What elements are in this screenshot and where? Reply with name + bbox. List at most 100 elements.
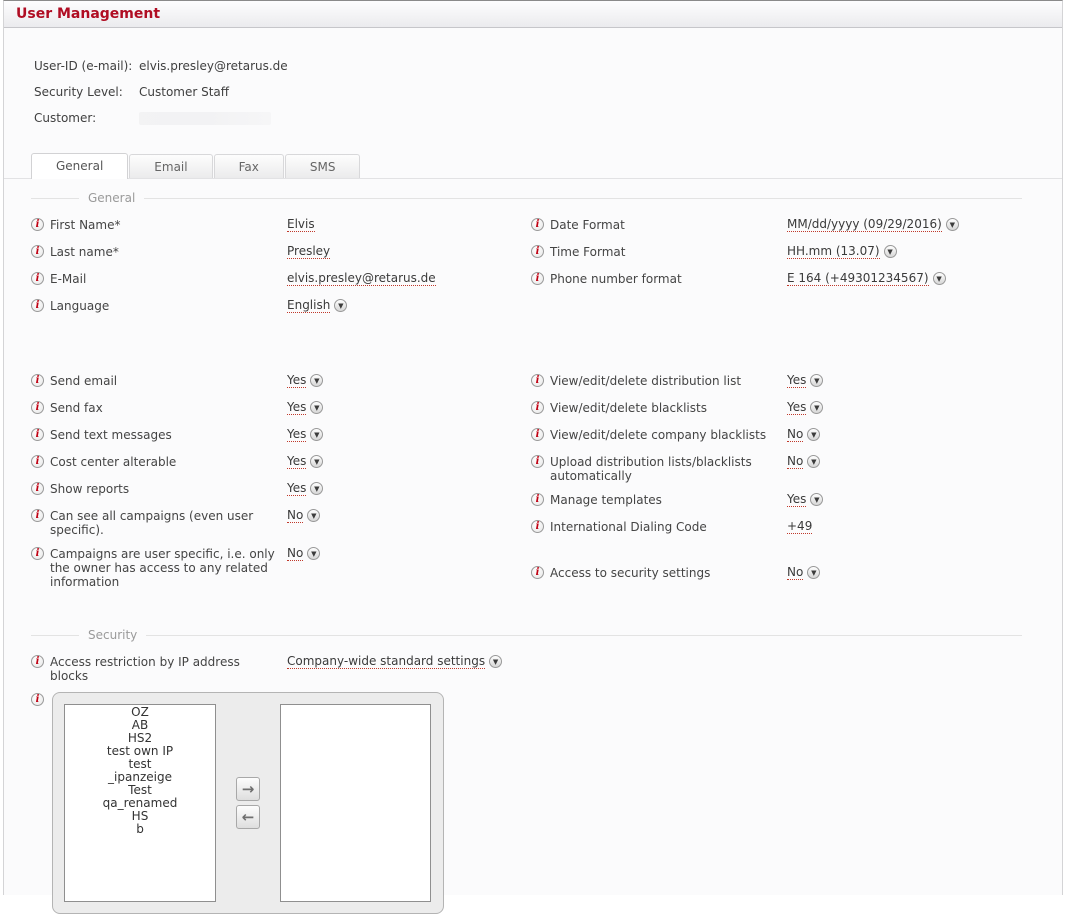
info-icon[interactable]: i — [31, 374, 44, 387]
info-icon[interactable]: i — [531, 520, 544, 533]
field-value[interactable]: E 164 (+49301234567) — [787, 271, 929, 286]
field-value[interactable]: No — [287, 508, 303, 523]
field-value[interactable]: Yes — [787, 400, 806, 415]
dropdown-icon[interactable]: ▼ — [810, 401, 823, 414]
field-label: Send text messages — [50, 427, 280, 442]
field-label: Show reports — [50, 481, 280, 496]
field-value-wrap: elvis.presley@retarus.de ▼ — [287, 271, 436, 286]
field-value[interactable]: +49 — [787, 519, 812, 534]
info-icon[interactable]: i — [31, 272, 44, 285]
info-icon[interactable]: i — [531, 493, 544, 506]
dropdown-icon[interactable]: ▼ — [310, 374, 323, 387]
info-icon[interactable]: i — [531, 455, 544, 468]
dropdown-icon[interactable]: ▼ — [310, 401, 323, 414]
dropdown-icon[interactable]: ▼ — [307, 547, 320, 560]
field-value[interactable]: Elvis — [287, 217, 315, 232]
move-left-button[interactable]: ← — [236, 805, 260, 829]
dropdown-icon[interactable]: ▼ — [310, 455, 323, 468]
info-icon[interactable]: i — [31, 218, 44, 231]
dropdown-icon[interactable]: ▼ — [946, 218, 959, 231]
ip-blocks-selected-list[interactable] — [280, 704, 431, 902]
field-value[interactable]: No — [287, 546, 303, 561]
security-section-legend: Security — [31, 628, 1022, 642]
permission-fields-left: i Send email Yes ▼ i Send fax Yes ▼ — [31, 373, 531, 598]
field-value[interactable]: No — [787, 565, 803, 580]
field-label: Access to security settings — [550, 565, 780, 580]
form-row: i Last name* Presley ▼ — [31, 244, 531, 262]
info-icon[interactable]: i — [31, 428, 44, 441]
dropdown-icon[interactable]: ▼ — [807, 455, 820, 468]
field-label: First Name* — [50, 217, 280, 232]
field-value-wrap: +49 ▼ — [787, 519, 812, 534]
field-value[interactable]: English — [287, 298, 330, 313]
field-value[interactable]: Yes — [787, 373, 806, 388]
ip-blocks-row: i OZ AB HS2 test own IP test — [31, 692, 1022, 914]
info-icon[interactable]: i — [31, 509, 44, 522]
field-value[interactable]: MM/dd/yyyy (09/29/2016) — [787, 217, 942, 232]
user-info-row: User-ID (e-mail): elvis.presley@retarus.… — [34, 58, 1062, 75]
user-info-row: Customer: — [34, 110, 1062, 127]
dropdown-icon[interactable]: ▼ — [307, 509, 320, 522]
arrow-right-icon: → — [242, 780, 255, 798]
info-icon[interactable]: i — [531, 401, 544, 414]
info-icon[interactable]: i — [31, 455, 44, 468]
dropdown-icon[interactable]: ▼ — [810, 374, 823, 387]
dropdown-icon[interactable]: ▼ — [810, 493, 823, 506]
form-row: i Campaigns are user specific, i.e. only… — [31, 546, 531, 589]
field-value[interactable]: Yes — [287, 454, 306, 469]
field-value[interactable]: Yes — [287, 400, 306, 415]
field-value[interactable]: No — [787, 427, 803, 442]
form-row: i Cost center alterable Yes ▼ — [31, 454, 531, 472]
tab[interactable]: Fax — [214, 154, 284, 178]
field-label: Phone number format — [550, 271, 780, 286]
dropdown-icon[interactable]: ▼ — [807, 566, 820, 579]
list-item[interactable]: b — [65, 823, 215, 836]
info-icon[interactable]: i — [531, 428, 544, 441]
tab[interactable]: SMS — [285, 154, 361, 178]
field-value[interactable]: elvis.presley@retarus.de — [287, 271, 436, 286]
field-value[interactable]: Company-wide standard settings — [287, 654, 485, 669]
ip-blocks-available-list[interactable]: OZ AB HS2 test own IP test _ipanzeige — [64, 704, 216, 902]
info-icon[interactable]: i — [531, 374, 544, 387]
dropdown-icon[interactable]: ▼ — [334, 299, 347, 312]
form-row: i Show reports Yes ▼ — [31, 481, 531, 499]
field-value[interactable]: Yes — [287, 481, 306, 496]
info-icon[interactable]: i — [31, 401, 44, 414]
info-icon[interactable]: i — [31, 547, 44, 560]
field-value[interactable]: Presley — [287, 244, 330, 259]
field-value[interactable]: Yes — [287, 427, 306, 442]
dropdown-icon[interactable]: ▼ — [310, 482, 323, 495]
field-value-wrap: HH.mm (13.07) ▼ — [787, 244, 897, 259]
tab[interactable]: General — [31, 153, 128, 179]
info-icon[interactable]: i — [531, 566, 544, 579]
form-row: i First Name* Elvis ▼ — [31, 217, 531, 235]
move-right-button[interactable]: → — [236, 777, 260, 801]
field-value[interactable]: No — [787, 454, 803, 469]
info-icon[interactable]: i — [531, 218, 544, 231]
field-value[interactable]: Yes — [287, 373, 306, 388]
field-value-wrap: E 164 (+49301234567) ▼ — [787, 271, 946, 286]
dropdown-icon[interactable]: ▼ — [933, 272, 946, 285]
user-info-label: Security Level: — [34, 84, 139, 101]
dropdown-icon[interactable]: ▼ — [489, 655, 502, 668]
info-icon[interactable]: i — [31, 693, 44, 706]
info-icon[interactable]: i — [31, 482, 44, 495]
field-value-wrap: No ▼ — [787, 454, 820, 469]
dropdown-icon[interactable]: ▼ — [884, 245, 897, 258]
tab[interactable]: Email — [129, 154, 212, 178]
field-value-wrap: MM/dd/yyyy (09/29/2016) ▼ — [787, 217, 959, 232]
info-icon[interactable]: i — [531, 272, 544, 285]
dropdown-icon[interactable]: ▼ — [310, 428, 323, 441]
field-value[interactable]: HH.mm (13.07) — [787, 244, 880, 259]
field-value[interactable]: Yes — [787, 492, 806, 507]
field-value-wrap: No ▼ — [787, 427, 820, 442]
tab-bar: General Email Fax SMS — [4, 153, 1062, 179]
form-row: i Access to security settings No ▼ — [531, 565, 1022, 583]
user-info-value: elvis.presley@retarus.de — [139, 58, 288, 75]
info-icon[interactable]: i — [31, 245, 44, 258]
info-icon[interactable]: i — [31, 299, 44, 312]
info-icon[interactable]: i — [531, 245, 544, 258]
form-row: i International Dialing Code +49 ▼ — [531, 519, 1022, 537]
info-icon[interactable]: i — [31, 655, 44, 668]
dropdown-icon[interactable]: ▼ — [807, 428, 820, 441]
